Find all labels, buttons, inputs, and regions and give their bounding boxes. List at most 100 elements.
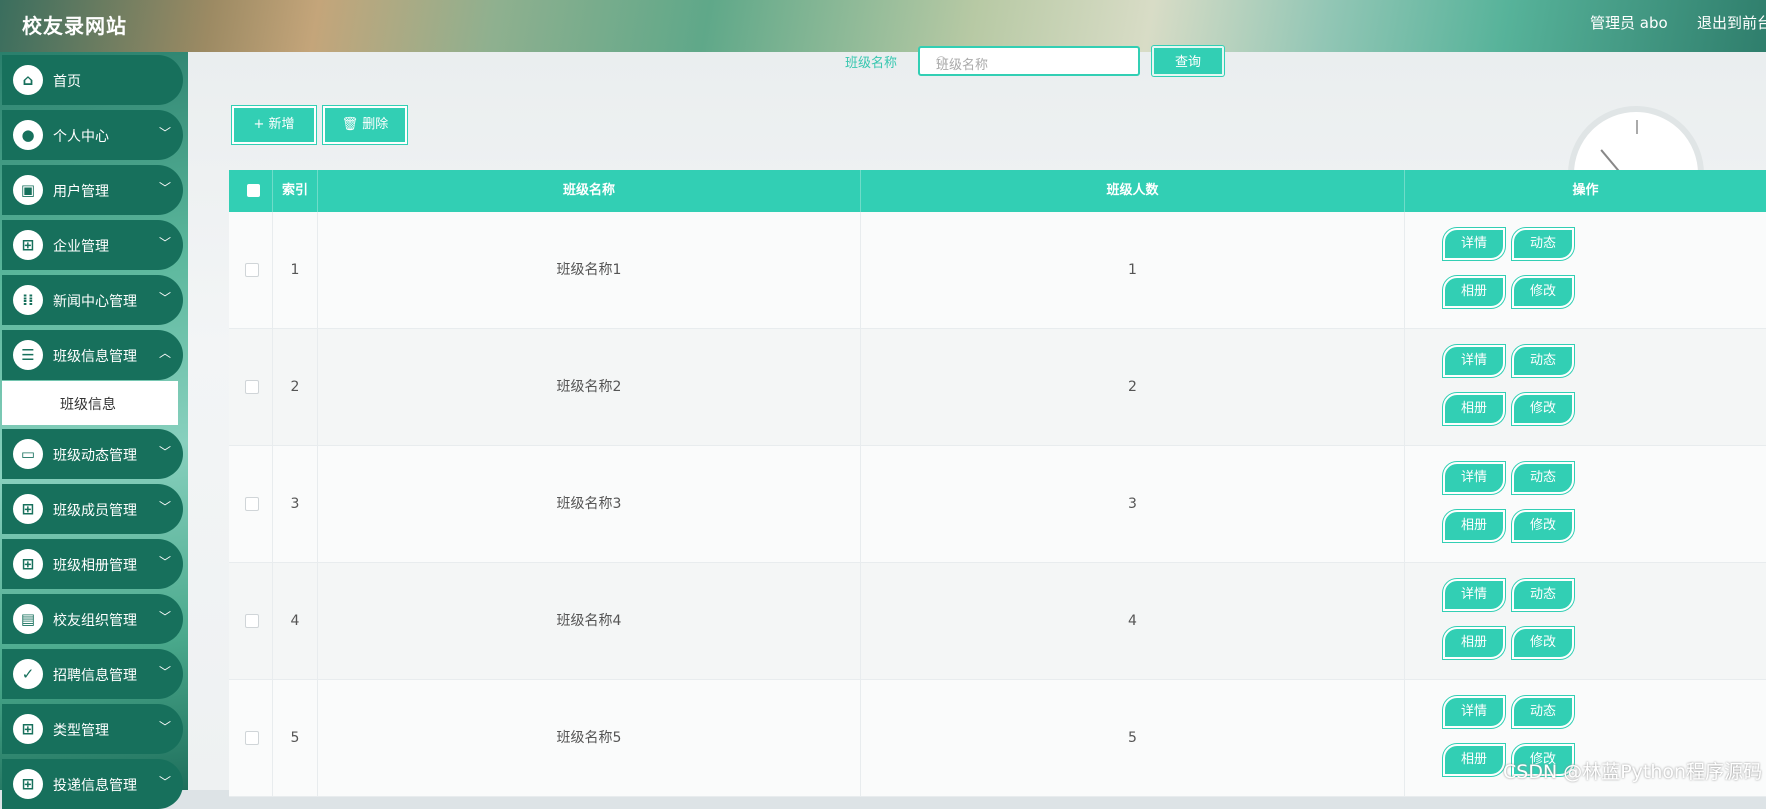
row-checkbox[interactable] — [245, 263, 259, 277]
cell-class-count: 1 — [861, 212, 1405, 329]
detail-button[interactable]: 详情 — [1443, 345, 1505, 377]
sidebar-item-class-dynamics[interactable]: ▭ 班级动态管理 ﹀ — [2, 429, 183, 479]
grid-icon: ⊞ — [13, 549, 43, 579]
cell-index: 3 — [273, 446, 318, 563]
table-row: 2 班级名称2 2 详情 动态 相册 修改 — [229, 329, 1766, 446]
search-icon: ○ — [936, 53, 947, 67]
table-row: 3 班级名称3 3 详情 动态 相册 修改 — [229, 446, 1766, 563]
user-icon: ● — [13, 120, 43, 150]
grid-icon: ⊞ — [13, 494, 43, 524]
cell-index: 1 — [273, 212, 318, 329]
sidebar-item-alumni-org[interactable]: ▤ 校友组织管理 ﹀ — [2, 594, 183, 644]
grid-icon: ⊞ — [13, 230, 43, 260]
query-button[interactable]: 查询 — [1152, 46, 1224, 76]
album-button[interactable]: 相册 — [1443, 276, 1505, 308]
chevron-down-icon: ﹀ — [158, 236, 171, 250]
sidebar-item-class-info[interactable]: ☰ 班级信息管理 ︿ — [2, 330, 183, 380]
sidebar-item-label: 投递信息管理 — [53, 778, 137, 794]
cell-class-name: 班级名称1 — [318, 212, 861, 329]
wallet-icon: ▤ — [13, 604, 43, 634]
sidebar-item-label: 类型管理 — [53, 723, 109, 739]
clipboard-icon: ✓ — [13, 659, 43, 689]
dynamics-button[interactable]: 动态 — [1512, 696, 1574, 728]
table-row: 1 班级名称1 1 详情 动态 相册 修改 — [229, 212, 1766, 329]
chevron-down-icon: ﹀ — [158, 181, 171, 195]
home-icon: ⌂ — [13, 65, 43, 95]
apps-icon: ⁞⁞ — [13, 285, 43, 315]
sidebar-item-home[interactable]: ⌂ 首页 — [2, 55, 183, 105]
dynamics-button[interactable]: 动态 — [1512, 345, 1574, 377]
sidebar-item-profile[interactable]: ● 个人中心 ﹀ — [2, 110, 183, 160]
detail-button[interactable]: 详情 — [1443, 696, 1505, 728]
edit-button[interactable]: 修改 — [1512, 510, 1574, 542]
dynamics-button[interactable]: 动态 — [1512, 462, 1574, 494]
sidebar-item-label: 班级相册管理 — [53, 558, 137, 574]
delete-button[interactable]: 🗑 删除 — [323, 106, 407, 144]
sidebar-item-class-members[interactable]: ⊞ 班级成员管理 ﹀ — [2, 484, 183, 534]
sidebar-item-users[interactable]: ▣ 用户管理 ﹀ — [2, 165, 183, 215]
col-class-name: 班级名称 — [318, 170, 861, 212]
edit-button[interactable]: 修改 — [1512, 276, 1574, 308]
sidebar-item-news[interactable]: ⁞⁞ 新闻中心管理 ﹀ — [2, 275, 183, 325]
monitor-icon: ▭ — [13, 439, 43, 469]
user-manage-icon: ▣ — [13, 175, 43, 205]
logout-link[interactable]: 退出到前台 — [1697, 12, 1766, 33]
row-checkbox[interactable] — [245, 614, 259, 628]
sidebar-item-types[interactable]: ⊞ 类型管理 ﹀ — [2, 704, 183, 754]
add-button[interactable]: + 新增 — [232, 106, 316, 144]
sidebar-item-recruitment[interactable]: ✓ 招聘信息管理 ﹀ — [2, 649, 183, 699]
sidebar-item-label: 招聘信息管理 — [53, 668, 137, 684]
main-content: 班级名称 班级名称 ○ 查询 + 新增 🗑 删除 索引 班级名称 班级人数 操作… — [188, 46, 1766, 797]
album-button[interactable]: 相册 — [1443, 393, 1505, 425]
sidebar: ⌂ 首页 ● 个人中心 ﹀ ▣ 用户管理 ﹀ ⊞ 企业管理 ﹀ ⁞⁞ 新闻中心管… — [0, 52, 188, 809]
cell-class-count: 5 — [861, 680, 1405, 797]
sidebar-item-class-album[interactable]: ⊞ 班级相册管理 ﹀ — [2, 539, 183, 589]
dynamics-button[interactable]: 动态 — [1512, 228, 1574, 260]
album-button[interactable]: 相册 — [1443, 627, 1505, 659]
edit-button[interactable]: 修改 — [1512, 393, 1574, 425]
album-button[interactable]: 相册 — [1443, 744, 1505, 776]
cell-class-name: 班级名称2 — [318, 329, 861, 446]
admin-label: 管理员 abo — [1590, 14, 1668, 32]
row-checkbox[interactable] — [245, 380, 259, 394]
sidebar-item-label: 班级动态管理 — [53, 448, 137, 464]
cell-class-name: 班级名称4 — [318, 563, 861, 680]
submenu-class-info[interactable]: 班级信息 — [2, 381, 178, 425]
album-button[interactable]: 相册 — [1443, 510, 1505, 542]
dynamics-button[interactable]: 动态 — [1512, 579, 1574, 611]
grid-icon: ⊞ — [13, 769, 43, 799]
row-checkbox[interactable] — [245, 497, 259, 511]
search-input[interactable]: 班级名称 ○ — [918, 46, 1140, 76]
chevron-down-icon: ﹀ — [158, 610, 171, 624]
sidebar-item-label: 新闻中心管理 — [53, 294, 137, 310]
row-checkbox[interactable] — [245, 731, 259, 745]
col-index: 索引 — [273, 170, 318, 212]
chevron-down-icon: ﹀ — [158, 720, 171, 734]
chevron-down-icon: ﹀ — [158, 775, 171, 789]
sidebar-item-company[interactable]: ⊞ 企业管理 ﹀ — [2, 220, 183, 270]
chevron-down-icon: ﹀ — [158, 445, 171, 459]
table-header: 索引 班级名称 班级人数 操作 — [229, 170, 1766, 212]
chevron-up-icon: ︿ — [158, 346, 171, 360]
select-all-cell[interactable] — [229, 170, 273, 212]
cell-index: 5 — [273, 680, 318, 797]
list-icon: ☰ — [13, 340, 43, 370]
col-actions: 操作 — [1572, 183, 1599, 198]
sidebar-item-delivery[interactable]: ⊞ 投递信息管理 ﹀ — [2, 759, 183, 809]
sidebar-item-label: 班级信息管理 — [53, 349, 137, 365]
submenu-label: 班级信息 — [60, 397, 116, 413]
chevron-down-icon: ﹀ — [158, 291, 171, 305]
chevron-down-icon: ﹀ — [158, 126, 171, 140]
chevron-down-icon: ﹀ — [158, 555, 171, 569]
watermark: CSDN @林蓝Python程序源码 — [1503, 761, 1763, 783]
select-all-checkbox[interactable] — [247, 184, 260, 197]
detail-button[interactable]: 详情 — [1443, 228, 1505, 260]
search-label: 班级名称 — [845, 56, 898, 71]
top-bar: 校友录网站 管理员 abo 退出到前台 — [0, 0, 1766, 52]
sidebar-item-label: 用户管理 — [53, 184, 109, 200]
cell-class-name: 班级名称5 — [318, 680, 861, 797]
detail-button[interactable]: 详情 — [1443, 579, 1505, 611]
edit-button[interactable]: 修改 — [1512, 627, 1574, 659]
detail-button[interactable]: 详情 — [1443, 462, 1505, 494]
cell-class-count: 3 — [861, 446, 1405, 563]
